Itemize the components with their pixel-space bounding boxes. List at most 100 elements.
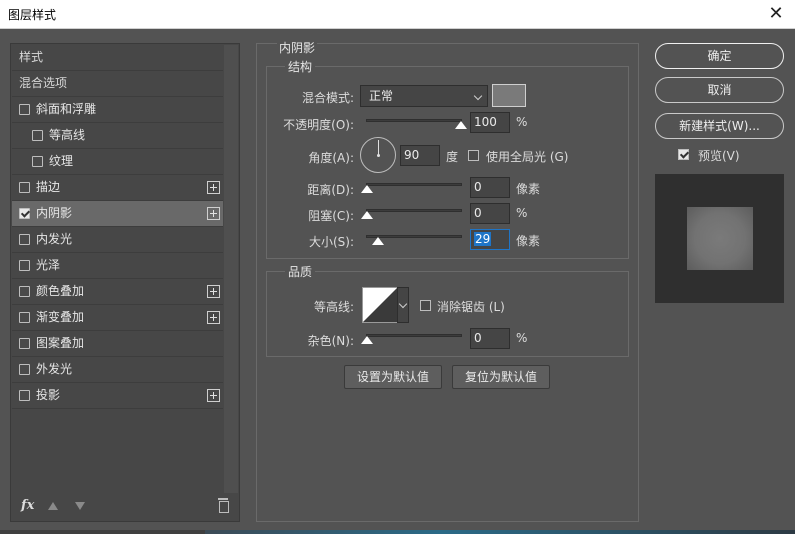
style-item[interactable]: 混合选项 <box>12 71 223 97</box>
style-item[interactable]: 投影 <box>12 383 223 409</box>
choke-unit: % <box>516 206 528 220</box>
structure-title: 结构 <box>285 58 316 75</box>
inner-shadow-panel: 内阴影 结构 混合模式: 正常 不透明度(O): 100 % 角度(A): 90… <box>256 39 639 522</box>
new-style-button[interactable]: 新建样式(W)... <box>655 113 784 139</box>
anti-alias-checkbox[interactable] <box>420 300 431 311</box>
style-item[interactable]: 颜色叠加 <box>12 279 223 305</box>
taskbar-edge <box>0 530 795 534</box>
style-item-checkbox[interactable] <box>32 156 43 167</box>
style-item[interactable]: 渐变叠加 <box>12 305 223 331</box>
add-effect-icon[interactable] <box>207 207 220 220</box>
style-item[interactable]: 斜面和浮雕 <box>12 97 223 123</box>
distance-label: 距离(D): <box>307 183 354 197</box>
size-input-value: 29 <box>474 232 492 246</box>
style-item-checkbox[interactable] <box>19 234 30 245</box>
quality-group: 品质 等高线: 消除锯齿 (L) 杂色(N): 0 % <box>266 263 629 357</box>
style-item-checkbox[interactable] <box>19 338 30 349</box>
style-item-label: 光泽 <box>36 258 61 272</box>
opacity-slider[interactable] <box>366 119 467 129</box>
style-item[interactable]: 光泽 <box>12 253 223 279</box>
distance-input[interactable]: 0 <box>470 177 510 198</box>
style-item[interactable]: 内发光 <box>12 227 223 253</box>
blend-mode-value: 正常 <box>369 89 394 103</box>
angle-dial[interactable] <box>360 137 396 173</box>
styles-list-toolbar: fx <box>11 493 239 521</box>
opacity-unit: % <box>516 115 528 129</box>
noise-slider-thumb[interactable] <box>361 336 373 344</box>
preview-checkbox[interactable] <box>678 149 689 160</box>
choke-input[interactable]: 0 <box>470 203 510 224</box>
noise-input[interactable]: 0 <box>470 328 510 349</box>
contour-preview[interactable] <box>362 287 398 323</box>
style-item-checkbox[interactable] <box>19 260 30 271</box>
preview-label: 预览(V) <box>698 149 740 163</box>
choke-label: 阻塞(C): <box>308 209 354 223</box>
quality-title: 品质 <box>285 263 316 280</box>
style-item-checkbox[interactable] <box>19 286 30 297</box>
style-item-label: 图案叠加 <box>36 336 85 350</box>
styles-list-panel: 样式 混合选项 斜面和浮雕等高线纹理描边 内阴影 内发光光泽颜色叠加渐变叠加图案叠加外发… <box>10 43 240 522</box>
distance-unit: 像素 <box>516 182 541 196</box>
choke-slider[interactable] <box>361 209 462 219</box>
noise-slider[interactable] <box>361 334 462 344</box>
global-light-checkbox[interactable] <box>468 150 479 161</box>
size-slider-thumb[interactable] <box>372 237 385 245</box>
add-effect-icon[interactable] <box>207 181 220 194</box>
style-item[interactable]: 描边 <box>12 175 223 201</box>
reset-default-button[interactable]: 复位为默认值 <box>452 365 550 389</box>
angle-unit: 度 <box>446 150 459 164</box>
shadow-color-swatch[interactable] <box>492 84 526 107</box>
size-input[interactable]: 29 <box>470 229 510 250</box>
style-item-label: 等高线 <box>49 128 86 142</box>
global-light-label: 使用全局光 (G) <box>486 150 569 164</box>
trash-icon[interactable] <box>218 498 229 513</box>
angle-input[interactable]: 90 <box>400 145 440 166</box>
add-effect-icon[interactable] <box>207 389 220 402</box>
choke-slider-thumb[interactable] <box>361 211 373 219</box>
style-item[interactable]: 外发光 <box>12 357 223 383</box>
styles-list-scrollbar[interactable] <box>224 45 238 493</box>
style-item-checkbox[interactable] <box>19 312 30 323</box>
move-up-icon[interactable] <box>48 502 58 510</box>
style-item-checkbox[interactable] <box>19 104 30 115</box>
contour-dropdown[interactable] <box>397 287 409 323</box>
add-effect-icon[interactable] <box>207 285 220 298</box>
style-item-label: 投影 <box>36 388 61 402</box>
cancel-button[interactable]: 取消 <box>655 77 784 103</box>
chevron-down-icon <box>398 299 408 309</box>
noise-label: 杂色(N): <box>307 334 354 348</box>
style-item[interactable]: 内阴影 <box>12 201 223 227</box>
style-item[interactable]: 样式 <box>12 45 223 71</box>
fx-icon[interactable]: fx <box>21 498 34 513</box>
move-down-icon[interactable] <box>75 502 85 510</box>
distance-slider[interactable] <box>361 183 462 193</box>
blend-mode-label: 混合模式: <box>301 91 354 105</box>
size-slider[interactable] <box>366 235 462 245</box>
style-item-label: 纹理 <box>49 154 74 168</box>
contour-label: 等高线: <box>313 300 354 314</box>
angle-dial-center <box>377 154 380 157</box>
style-item[interactable]: 等高线 <box>12 123 223 149</box>
style-item-checkbox[interactable] <box>32 130 43 141</box>
ok-button[interactable]: 确定 <box>655 43 784 69</box>
distance-slider-thumb[interactable] <box>361 185 373 193</box>
style-item-checkbox[interactable] <box>19 364 30 375</box>
contour-curve <box>363 288 397 322</box>
style-item-checkbox[interactable] <box>19 390 30 401</box>
styles-list: 样式 混合选项 斜面和浮雕等高线纹理描边 内阴影 内发光光泽颜色叠加渐变叠加图案叠加外发… <box>12 45 223 409</box>
style-item-checkbox[interactable] <box>19 182 30 193</box>
set-default-button[interactable]: 设置为默认值 <box>344 365 442 389</box>
style-item[interactable]: 纹理 <box>12 149 223 175</box>
style-item-label: 渐变叠加 <box>36 310 85 324</box>
preview-swatch <box>687 207 753 270</box>
opacity-slider-thumb[interactable] <box>455 121 467 129</box>
add-effect-icon[interactable] <box>207 311 220 324</box>
size-label: 大小(S): <box>308 235 354 249</box>
style-item-checkbox[interactable] <box>19 208 30 219</box>
opacity-input[interactable]: 100 <box>470 112 510 133</box>
blend-mode-select[interactable]: 正常 <box>360 85 488 107</box>
style-item[interactable]: 图案叠加 <box>12 331 223 357</box>
noise-unit: % <box>516 331 528 345</box>
title-bar: 图层样式 ✕ <box>0 0 795 29</box>
close-icon[interactable]: ✕ <box>765 3 787 25</box>
